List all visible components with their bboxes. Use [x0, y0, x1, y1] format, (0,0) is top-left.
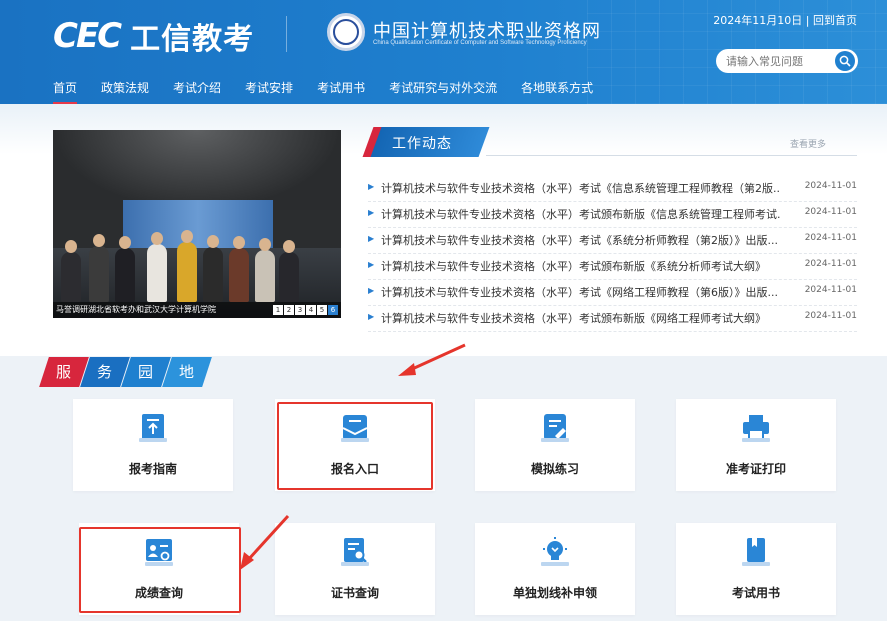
- photo-person: [115, 236, 135, 302]
- news-item[interactable]: ▶ 计算机技术与软件专业技术资格（水平）考试颁布新版《网络工程师考试大纲》 20…: [368, 306, 857, 332]
- nav-item-exam-intro[interactable]: 考试介绍: [173, 79, 221, 104]
- service-card-label: 报考指南: [128, 462, 177, 476]
- lightbulb-icon: [541, 537, 569, 566]
- slide-caption: 马誉调研湖北省软考办和武汉大学计算机学院: [56, 305, 216, 314]
- news-item-date: 2024-11-01: [804, 259, 857, 269]
- current-date: 2024年11月10日: [713, 14, 803, 27]
- service-card-admission-print[interactable]: 准考证打印: [676, 399, 836, 491]
- news-more-link[interactable]: 查看更多: [790, 137, 826, 150]
- news-heading: 工作动态: [362, 127, 490, 157]
- bullet-arrow-icon: ▶: [368, 260, 375, 269]
- news-item[interactable]: ▶ 计算机技术与软件专业技术资格（水平）考试颁布新版《系统分析师考试大纲》 20…: [368, 254, 857, 280]
- news-divider: [486, 155, 857, 156]
- news-title: 工作动态: [392, 136, 452, 152]
- slide-caption-bar: 马誉调研湖北省软考办和武汉大学计算机学院 1 2 3 4 5 6: [53, 302, 341, 318]
- book-icon: [742, 538, 770, 566]
- photo-person: [177, 230, 197, 302]
- slide-page-2[interactable]: 2: [284, 305, 294, 315]
- news-slideshow[interactable]: 马誉调研湖北省软考办和武汉大学计算机学院 1 2 3 4 5 6: [53, 130, 341, 318]
- search-box: [716, 49, 858, 73]
- news-item[interactable]: ▶ 计算机技术与软件专业技术资格（水平）考试《信息系统管理工程师教程（第2版..…: [368, 176, 857, 202]
- news-item-title[interactable]: 计算机技术与软件专业技术资格（水平）考试《系统分析师教程（第2版）》出版...: [381, 232, 781, 248]
- header-divider: [286, 16, 287, 52]
- practice-icon: [541, 414, 569, 442]
- service-card-separate-line[interactable]: 单独划线补申领: [475, 523, 635, 615]
- slide-page-5[interactable]: 5: [317, 305, 327, 315]
- nav-item-home[interactable]: 首页: [53, 79, 78, 104]
- photo-person: [147, 232, 167, 302]
- guide-icon: [139, 414, 167, 442]
- news-item-title[interactable]: 计算机技术与软件专业技术资格（水平）考试颁布新版《网络工程师考试大纲》: [381, 310, 781, 326]
- logo-text: 工信教考: [130, 22, 255, 57]
- news-item-title[interactable]: 计算机技术与软件专业技术资格（水平）考试《网络工程师教程（第6版）》出版...: [381, 284, 781, 300]
- photo-ceiling: [53, 130, 341, 210]
- site-header: CEC 工信教考 中国计算机技术职业资格网 China Qualificatio…: [0, 0, 887, 104]
- slide-pager: 1 2 3 4 5 6: [272, 305, 338, 315]
- service-card-label: 单独划线补申领: [512, 586, 597, 600]
- nav-item-contacts[interactable]: 各地联系方式: [521, 79, 593, 104]
- news-item-title[interactable]: 计算机技术与软件专业技术资格（水平）考试《信息系统管理工程师教程（第2版...: [381, 180, 781, 196]
- slide-page-1[interactable]: 1: [273, 305, 283, 315]
- cec-logo[interactable]: CEC 工信教考: [53, 14, 254, 58]
- bullet-arrow-icon: ▶: [368, 208, 375, 217]
- photo-person: [203, 235, 223, 302]
- news-item-date: 2024-11-01: [804, 285, 857, 295]
- news-item-date: 2024-11-01: [804, 311, 857, 321]
- printer-icon: [742, 415, 770, 442]
- service-card-exam-books[interactable]: 考试用书: [676, 523, 836, 615]
- services-heading-char: 地: [162, 357, 212, 387]
- photo-person: [255, 238, 275, 302]
- nav-item-research[interactable]: 考试研究与对外交流: [389, 79, 497, 104]
- site-subtitle: China Qualification Certificate of Compu…: [373, 40, 587, 46]
- news-item-date: 2024-11-01: [804, 207, 857, 217]
- service-card-practice[interactable]: 模拟练习: [475, 399, 635, 491]
- bullet-arrow-icon: ▶: [368, 286, 375, 295]
- news-item[interactable]: ▶ 计算机技术与软件专业技术资格（水平）考试《系统分析师教程（第2版）》出版..…: [368, 228, 857, 254]
- nav-item-exam-books[interactable]: 考试用书: [317, 79, 365, 104]
- service-card-label: 考试用书: [731, 586, 780, 600]
- service-card-certificate-query[interactable]: 证书查询: [275, 523, 435, 615]
- highlight-box-registration: [277, 402, 433, 490]
- photo-person: [61, 240, 81, 302]
- main-nav: 首页 政策法规 考试介绍 考试安排 考试用书 考试研究与对外交流 各地联系方式: [53, 79, 617, 104]
- photo-person: [89, 234, 109, 302]
- slide-page-6[interactable]: 6: [328, 305, 338, 315]
- bullet-arrow-icon: ▶: [368, 234, 375, 243]
- nav-item-exam-schedule[interactable]: 考试安排: [245, 79, 293, 104]
- news-item[interactable]: ▶ 计算机技术与软件专业技术资格（水平）考试颁布新版《信息系统管理工程师考试..…: [368, 202, 857, 228]
- certificate-query-icon: [341, 538, 369, 566]
- photo-person: [229, 236, 249, 302]
- bullet-arrow-icon: ▶: [368, 182, 375, 191]
- logo-mark: CEC: [53, 16, 122, 56]
- news-item-title[interactable]: 计算机技术与软件专业技术资格（水平）考试颁布新版《系统分析师考试大纲》: [381, 258, 781, 274]
- slide-page-3[interactable]: 3: [295, 305, 305, 315]
- service-card-label: 证书查询: [330, 586, 379, 600]
- highlight-box-score-query: [79, 527, 241, 613]
- news-item-title[interactable]: 计算机技术与软件专业技术资格（水平）考试颁布新版《信息系统管理工程师考试...: [381, 206, 781, 222]
- service-card-label: 准考证打印: [725, 462, 786, 476]
- slide-page-4[interactable]: 4: [306, 305, 316, 315]
- emblem-icon: [327, 13, 365, 51]
- bullet-arrow-icon: ▶: [368, 312, 375, 321]
- news-item-date: 2024-11-01: [804, 233, 857, 243]
- top-bar: 2024年11月10日 | 回到首页: [713, 12, 857, 28]
- news-list: ▶ 计算机技术与软件专业技术资格（水平）考试《信息系统管理工程师教程（第2版..…: [368, 176, 857, 332]
- news-item[interactable]: ▶ 计算机技术与软件专业技术资格（水平）考试《网络工程师教程（第6版）》出版..…: [368, 280, 857, 306]
- service-card-guide[interactable]: 报考指南: [73, 399, 233, 491]
- nav-item-policy[interactable]: 政策法规: [101, 79, 149, 104]
- news-item-date: 2024-11-01: [804, 181, 857, 191]
- photo-person: [279, 240, 299, 302]
- services-heading: 服 务 园 地: [39, 357, 212, 387]
- home-link[interactable]: | 回到首页: [806, 14, 857, 27]
- search-button[interactable]: [835, 51, 855, 71]
- service-card-label: 模拟练习: [530, 462, 579, 476]
- search-input[interactable]: [726, 52, 830, 70]
- search-icon: [839, 55, 851, 67]
